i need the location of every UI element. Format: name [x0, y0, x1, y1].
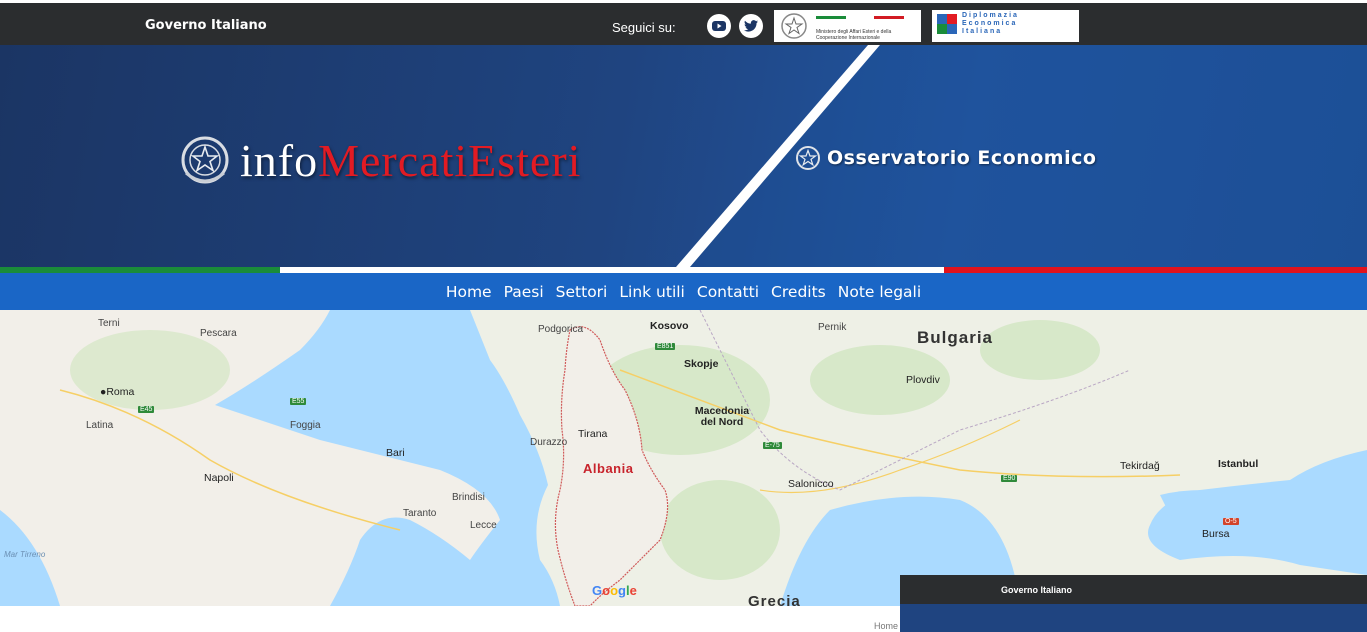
- map-label-tekirdag: Tekirdağ: [1120, 460, 1160, 472]
- map-label-mar-tirreno: Mar Tirreno: [4, 550, 46, 559]
- map-label-macedonia: Macedonia del Nord: [694, 405, 750, 428]
- map-label-foggia: Foggia: [290, 420, 321, 431]
- overlay-gov-label: Governo Italiano: [1001, 585, 1073, 595]
- map-label-albania: Albania: [583, 461, 634, 476]
- map-label-bari: Bari: [386, 447, 405, 459]
- map-label-plovdiv: Plovdiv: [906, 374, 940, 386]
- nav-home[interactable]: Home: [446, 283, 492, 301]
- map-label-latina: Latina: [86, 420, 114, 431]
- map-label-pescara: Pescara: [200, 328, 237, 339]
- nav-note-legali[interactable]: Note legali: [838, 283, 921, 301]
- emblem-icon: [781, 13, 807, 39]
- nav-settori[interactable]: Settori: [556, 283, 608, 301]
- map-label-pernik: Pernik: [818, 322, 847, 333]
- map-label-salonicco: Salonicco: [788, 478, 834, 490]
- road-e55: E55: [290, 398, 307, 405]
- osservatorio-logo[interactable]: Osservatorio Economico: [795, 145, 1096, 171]
- main-nav: Home Paesi Settori Link utili Contatti C…: [0, 273, 1367, 310]
- breadcrumb-home[interactable]: Home: [874, 621, 898, 631]
- infomercatiesteri-logo[interactable]: infoMercatiEsteri: [178, 130, 581, 190]
- osservatorio-title: Osservatorio Economico: [827, 147, 1097, 169]
- map-view[interactable]: Terni Pescara ●Roma Latina Foggia Bari N…: [0, 310, 1367, 606]
- google-logo: Google: [592, 583, 637, 598]
- maeci-text: Ministero degli Affari Esteri e della Co…: [816, 29, 892, 41]
- overlay-preview: Governo Italiano: [900, 575, 1367, 632]
- overlay-top-bar: [900, 575, 1367, 604]
- map-label-brindisi: Brindisi: [452, 492, 485, 503]
- hero-banner: infoMercatiEsteri Osservatorio Economico: [0, 45, 1367, 267]
- road-o5: O-5: [1223, 518, 1239, 525]
- map-label-durazzo: Durazzo: [530, 437, 568, 448]
- maeci-flag-stripes: [816, 16, 916, 19]
- map-label-napoli: Napoli: [204, 472, 234, 484]
- follow-label: Seguici su:: [612, 20, 676, 35]
- map-label-grecia: Grecia: [748, 593, 801, 606]
- map-label-taranto: Taranto: [403, 508, 437, 519]
- brand-title: infoMercatiEsteri: [240, 134, 582, 186]
- map-label-skopje: Skopje: [684, 358, 719, 370]
- twitter-icon[interactable]: [739, 14, 763, 38]
- road-e75: E-75: [763, 442, 782, 449]
- road-e45: E45: [138, 406, 155, 413]
- maeci-logo[interactable]: Ministero degli Affari Esteri e della Co…: [774, 10, 921, 42]
- road-e90: E90: [1001, 475, 1018, 482]
- youtube-icon[interactable]: [707, 14, 731, 38]
- diplomazia-text: Diplomazia Economica Italiana: [962, 12, 1019, 35]
- nav-credits[interactable]: Credits: [771, 283, 826, 301]
- nav-link-utili[interactable]: Link utili: [619, 283, 685, 301]
- nav-contatti[interactable]: Contatti: [697, 283, 759, 301]
- map-label-podgorica: Podgorica: [538, 324, 584, 335]
- top-divider: [0, 0, 1367, 3]
- nav-paesi[interactable]: Paesi: [504, 283, 544, 301]
- diplomazia-mark-icon: [937, 14, 957, 34]
- map-label-bulgaria: Bulgaria: [917, 328, 994, 347]
- emblem-small-icon: [796, 146, 820, 170]
- gov-link[interactable]: Governo Italiano: [145, 18, 267, 33]
- top-bar: Governo Italiano Seguici su: Ministero d…: [0, 0, 1367, 45]
- map-canvas: [0, 310, 1367, 606]
- map-label-kosovo: Kosovo: [650, 320, 689, 332]
- map-label-terni: Terni: [98, 318, 120, 329]
- map-label-lecce: Lecce: [470, 520, 497, 531]
- map-label-bursa: Bursa: [1202, 528, 1230, 540]
- map-label-istanbul: Istanbul: [1218, 458, 1259, 470]
- diplomazia-logo[interactable]: Diplomazia Economica Italiana: [932, 10, 1079, 42]
- map-label-roma: ●Roma: [100, 386, 135, 398]
- road-e851: E851: [655, 343, 676, 350]
- map-label-tirana: Tirana: [578, 428, 608, 440]
- republic-emblem-icon: [181, 136, 229, 184]
